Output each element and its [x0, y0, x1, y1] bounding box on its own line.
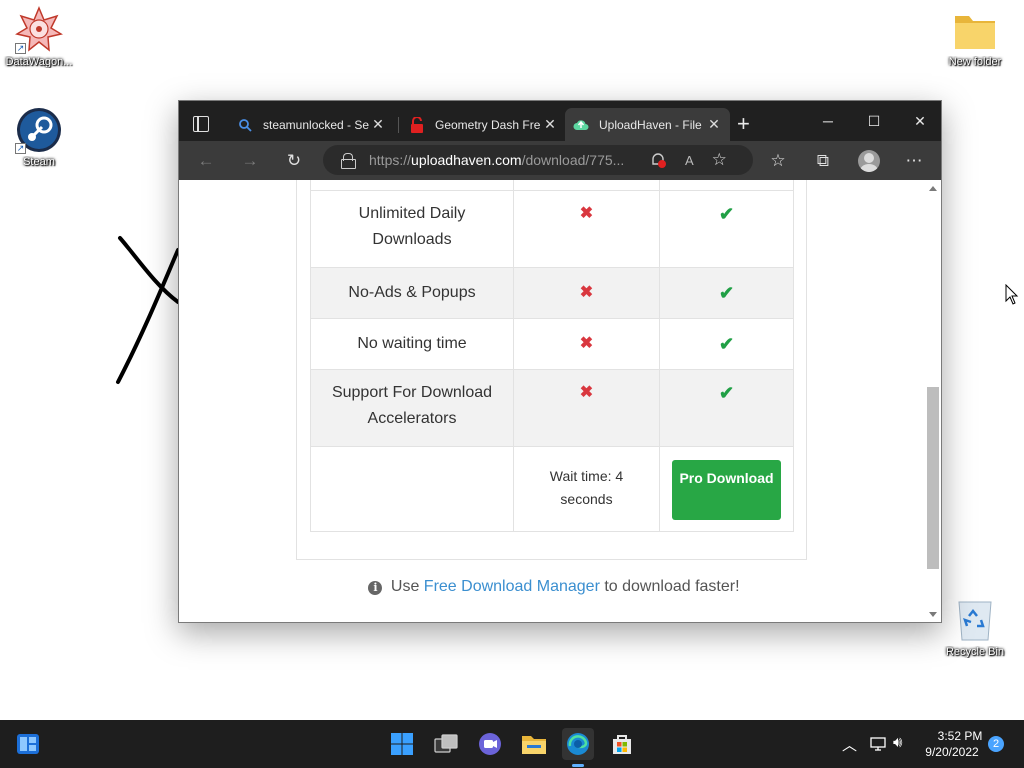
unlock-icon — [409, 116, 425, 133]
lock-icon[interactable] — [341, 153, 356, 169]
search-icon — [237, 117, 253, 133]
minimize-button[interactable]: ─ — [805, 107, 851, 135]
notification-bell-icon[interactable] — [649, 151, 667, 169]
steam-icon: ↗ — [15, 106, 63, 154]
url-domain: uploadhaven.com — [411, 152, 522, 168]
tab-close-icon[interactable]: ✕ — [706, 116, 722, 133]
desktop-icon-label: Steam — [23, 156, 55, 168]
start-icon[interactable] — [386, 728, 418, 760]
feature-name: Support For Download Accelerators — [310, 369, 514, 447]
widgets-icon[interactable] — [12, 728, 44, 760]
tip-suffix: to download faster! — [604, 578, 740, 595]
title-bar: steamunlocked - Se ✕ Geometry Dash Fre ✕… — [179, 101, 941, 141]
check-icon: ✔ — [718, 283, 735, 303]
download-tip: i Use Free Download Manager to download … — [179, 578, 929, 596]
refresh-icon[interactable]: ↻ — [282, 149, 306, 173]
chat-icon[interactable] — [474, 728, 506, 760]
feature-name: No waiting time — [310, 318, 514, 370]
feature-name: Unlimited Daily Downloads — [310, 190, 514, 268]
page-scrollbar[interactable] — [925, 180, 941, 622]
cloud-icon — [573, 117, 589, 133]
cross-icon: ✖ — [579, 384, 594, 401]
feature-name: No-Ads & Popups — [310, 267, 514, 319]
read-aloud-icon[interactable]: A — [685, 153, 694, 168]
url-prefix: https:// — [369, 152, 412, 168]
recycle-bin-icon — [955, 596, 995, 644]
datawagon-icon: ↗ — [15, 6, 63, 54]
wait-time-text: Wait time: 4 seconds — [513, 446, 660, 532]
tab-close-icon[interactable]: ✕ — [370, 116, 386, 133]
desktop-icon-recycle-bin[interactable]: Recycle Bin — [937, 596, 1013, 658]
close-window-button[interactable]: ✕ — [897, 107, 941, 135]
desktop-icon-label: DataWagon... — [5, 56, 73, 68]
microsoft-store-icon[interactable] — [606, 728, 638, 760]
scroll-up-icon[interactable] — [929, 186, 937, 191]
network-icon[interactable] — [870, 736, 888, 757]
new-tab-button[interactable]: + — [737, 113, 750, 135]
clock-time[interactable]: 3:52 PM — [925, 729, 995, 743]
more-icon[interactable]: ⋯ — [902, 149, 926, 173]
url-path: /download/775... — [521, 152, 625, 168]
cross-icon: ✖ — [579, 284, 594, 301]
task-view-icon[interactable] — [430, 728, 462, 760]
maximize-button[interactable]: ☐ — [851, 107, 897, 135]
table-row: Wait time: 4 seconds Pro Download — [310, 446, 794, 532]
browser-toolbar: ← → ↻ https://uploadhaven.com/download/7… — [179, 141, 941, 180]
desktop-icon-new-folder[interactable]: New folder — [937, 8, 1013, 68]
tab-uploadhaven[interactable]: UploadHaven - File ✕ — [565, 108, 730, 141]
tab-geometry-dash[interactable]: Geometry Dash Fre ✕ — [401, 108, 566, 141]
info-icon: i — [368, 581, 383, 595]
cross-icon: ✖ — [579, 335, 594, 352]
pro-download-button[interactable]: Pro Download — [672, 460, 781, 520]
tab-separator — [398, 117, 399, 133]
desktop-icon-label: New folder — [948, 56, 1002, 68]
profile-avatar[interactable] — [858, 150, 880, 172]
comparison-table: Unlimited Daily Downloads ✖ ✔ No-Ads & P… — [310, 180, 794, 532]
table-row — [310, 180, 794, 191]
file-explorer-icon[interactable] — [518, 728, 550, 760]
add-favorite-icon[interactable]: ☆ — [712, 150, 727, 170]
check-icon: ✔ — [718, 204, 735, 224]
browser-window: steamunlocked - Se ✕ Geometry Dash Fre ✕… — [178, 100, 942, 623]
table-row: No waiting time ✖ ✔ — [310, 318, 794, 370]
tab-title: steamunlocked - Se — [263, 117, 370, 132]
desktop-icon-label: Recycle Bin — [945, 646, 1005, 658]
address-bar[interactable]: https://uploadhaven.com/download/775... … — [323, 145, 753, 175]
table-row: No-Ads & Popups ✖ ✔ — [310, 267, 794, 319]
check-icon: ✔ — [718, 383, 735, 403]
check-icon: ✔ — [718, 334, 735, 354]
forward-arrow-icon[interactable]: → — [238, 149, 262, 173]
edge-browser-icon[interactable] — [562, 728, 594, 760]
volume-icon[interactable]: 🔊︎ — [893, 734, 902, 751]
page-content: Unlimited Daily Downloads ✖ ✔ No-Ads & P… — [179, 180, 929, 622]
tray-overflow-icon[interactable]: ︿ — [842, 734, 857, 755]
favorites-icon[interactable]: ☆ — [766, 149, 790, 173]
shortcut-arrow-icon: ↗ — [15, 43, 26, 54]
desktop-icon-datawagon[interactable]: ↗ DataWagon... — [1, 6, 77, 68]
notification-badge[interactable]: 2 — [988, 736, 1004, 752]
tab-actions-icon[interactable] — [193, 116, 209, 132]
table-row: Unlimited Daily Downloads ✖ ✔ — [310, 190, 794, 268]
desktop-icon-steam[interactable]: ↗ Steam — [1, 106, 77, 168]
taskbar: ︿ 🔊︎ 3:52 PM 9/20/2022 2 — [0, 720, 1024, 768]
active-app-indicator — [572, 764, 584, 767]
shortcut-arrow-icon: ↗ — [15, 143, 26, 154]
mouse-cursor — [1005, 284, 1019, 305]
table-row: Support For Download Accelerators ✖ ✔ — [310, 369, 794, 447]
tab-steamunlocked[interactable]: steamunlocked - Se ✕ — [229, 108, 394, 141]
folder-icon — [953, 8, 997, 54]
tab-title: UploadHaven - File — [599, 117, 702, 132]
cross-icon: ✖ — [579, 205, 594, 222]
scroll-down-icon[interactable] — [929, 612, 937, 617]
free-download-manager-link[interactable]: Free Download Manager — [424, 578, 600, 595]
tip-prefix: Use — [390, 578, 420, 595]
back-arrow-icon[interactable]: ← — [194, 149, 218, 173]
url-text[interactable]: https://uploadhaven.com/download/775... — [369, 152, 639, 168]
tab-title: Geometry Dash Fre — [435, 117, 541, 132]
tab-close-icon[interactable]: ✕ — [542, 116, 558, 133]
clock-date[interactable]: 9/20/2022 — [917, 745, 987, 759]
scrollbar-thumb[interactable] — [927, 387, 939, 569]
collections-icon[interactable]: ⧉ — [811, 149, 835, 173]
